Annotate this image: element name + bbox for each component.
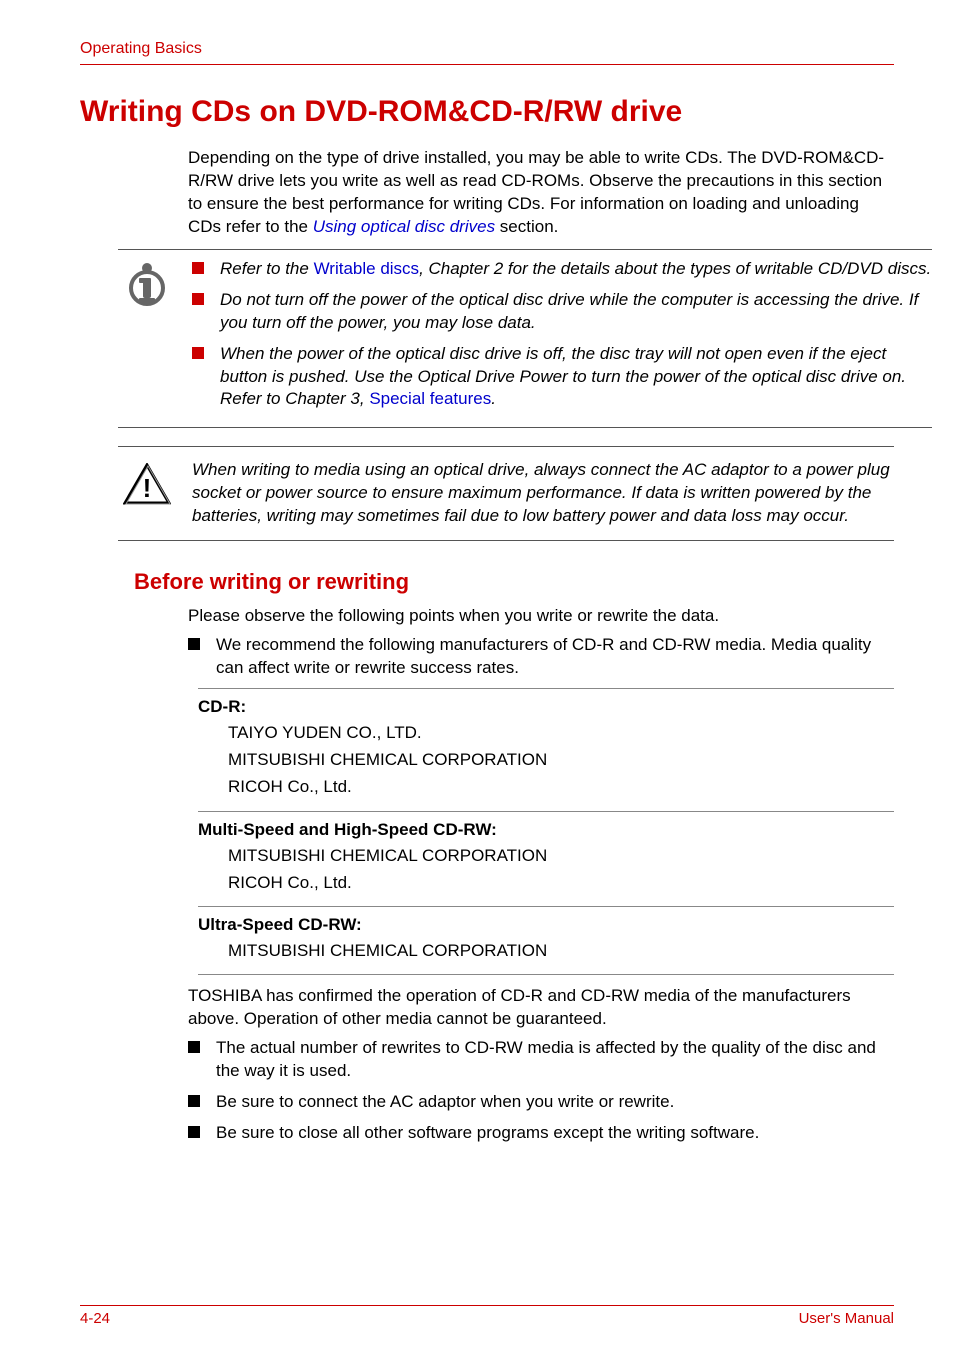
page-number: 4-24 <box>80 1310 110 1327</box>
note-item-3: When the power of the optical disc drive… <box>192 343 932 412</box>
caution-icon: ! <box>123 463 171 505</box>
note1-post: , Chapter 2 for the details about the ty… <box>419 259 931 278</box>
media-item: MITSUBISHI CHEMICAL CORPORATION <box>228 746 894 773</box>
media-item: MITSUBISHI CHEMICAL CORPORATION <box>228 937 894 964</box>
page-title: Writing CDs on DVD-ROM&CD-R/RW drive <box>80 95 894 129</box>
media-block-cdr: CD-R: TAIYO YUDEN CO., LTD. MITSUBISHI C… <box>198 688 894 811</box>
caution-text: When writing to media using an optical d… <box>192 459 894 528</box>
note3-pre: When the power of the optical disc drive… <box>220 344 906 409</box>
media-item: RICOH Co., Ltd. <box>228 773 894 800</box>
link-writable-discs[interactable]: Writable discs <box>314 259 420 278</box>
tail-bullet: The actual number of rewrites to CD-RW m… <box>188 1037 894 1083</box>
media-item: RICOH Co., Ltd. <box>228 869 894 896</box>
running-header: Operating Basics <box>80 40 894 65</box>
link-special-features[interactable]: Special features <box>369 389 491 408</box>
media-head: Multi-Speed and High-Speed CD-RW: <box>198 820 894 840</box>
link-using-optical-disc-drives[interactable]: Using optical disc drives <box>313 217 495 236</box>
confirm-text: TOSHIBA has confirmed the operation of C… <box>188 985 894 1031</box>
footer-label: User's Manual <box>799 1310 894 1327</box>
media-head: Ultra-Speed CD-RW: <box>198 915 894 935</box>
svg-text:!: ! <box>143 473 152 503</box>
media-block-ultra-cdrw: Ultra-Speed CD-RW: MITSUBISHI CHEMICAL C… <box>198 906 894 975</box>
section-intro: Please observe the following points when… <box>188 605 894 628</box>
bullet-recommendation: We recommend the following manufacturers… <box>188 634 894 680</box>
tail-bullet: Be sure to connect the AC adaptor when y… <box>188 1091 894 1114</box>
intro-paragraph: Depending on the type of drive installed… <box>188 147 894 239</box>
media-item: TAIYO YUDEN CO., LTD. <box>228 719 894 746</box>
section-heading: Before writing or rewriting <box>134 569 894 595</box>
media-block-cdrw: Multi-Speed and High-Speed CD-RW: MITSUB… <box>198 811 894 906</box>
media-item: MITSUBISHI CHEMICAL CORPORATION <box>228 842 894 869</box>
media-table: CD-R: TAIYO YUDEN CO., LTD. MITSUBISHI C… <box>198 688 894 975</box>
note-item-2: Do not turn off the power of the optical… <box>192 289 932 335</box>
intro-text-2: section. <box>495 217 558 236</box>
note3-post: . <box>491 389 496 408</box>
note1-pre: Refer to the <box>220 259 314 278</box>
media-head: CD-R: <box>198 697 894 717</box>
info-icon <box>125 262 169 306</box>
tail-bullet: Be sure to close all other software prog… <box>188 1122 894 1145</box>
note-item-1: Refer to the Writable discs, Chapter 2 f… <box>192 258 932 281</box>
